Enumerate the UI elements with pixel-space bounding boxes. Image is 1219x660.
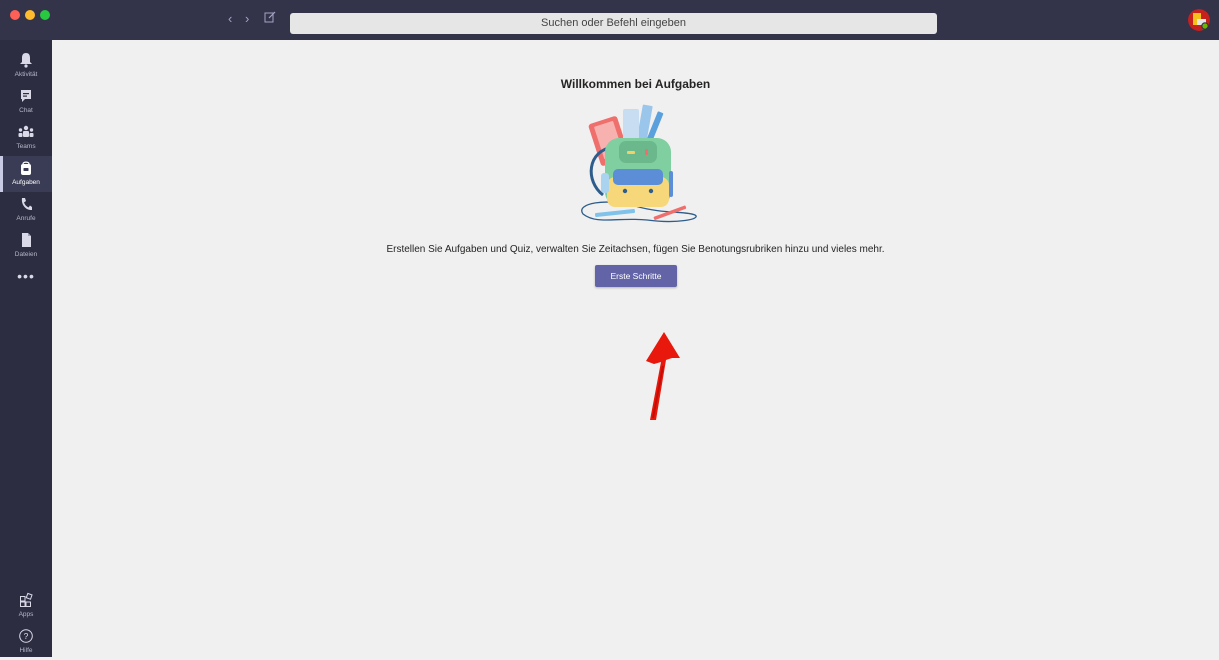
sidebar-item-chat[interactable]: Chat bbox=[0, 84, 52, 120]
title-bar: ‹ › Suchen oder Befehl eingeben bbox=[0, 0, 1219, 40]
avatar[interactable] bbox=[1188, 9, 1210, 31]
help-icon: ? bbox=[0, 628, 52, 646]
minimize-window-button[interactable] bbox=[25, 10, 35, 20]
page-title: Willkommen bei Aufgaben bbox=[560, 77, 711, 91]
sidebar-item-label: Apps bbox=[18, 611, 34, 618]
app-bar: Aktivität Chat Teams Aufgaben Anrufe Dat… bbox=[0, 40, 52, 657]
maximize-window-button[interactable] bbox=[40, 10, 50, 20]
search-input[interactable]: Suchen oder Befehl eingeben bbox=[290, 13, 937, 34]
sidebar-item-aufgaben[interactable]: Aufgaben bbox=[0, 156, 52, 192]
file-icon bbox=[0, 232, 52, 250]
sidebar-item-label: Chat bbox=[19, 107, 33, 114]
chevron-left-icon[interactable]: ‹ bbox=[228, 12, 232, 26]
sidebar-item-dateien[interactable]: Dateien bbox=[0, 228, 52, 264]
page-description: Erstellen Sie Aufgaben und Quiz, verwalt… bbox=[386, 244, 885, 255]
sidebar-item-label: Aufgaben bbox=[12, 179, 40, 186]
svg-text:?: ? bbox=[24, 631, 29, 641]
sidebar-item-hilfe[interactable]: ? Hilfe bbox=[0, 624, 52, 660]
teams-icon bbox=[0, 124, 52, 142]
chat-icon bbox=[0, 88, 52, 106]
annotation-arrow-icon bbox=[646, 332, 680, 420]
sidebar-item-more[interactable]: ••• bbox=[0, 266, 52, 302]
chevron-right-icon[interactable]: › bbox=[245, 12, 249, 26]
sidebar-item-label: Hilfe bbox=[19, 647, 33, 654]
sidebar-item-label: Dateien bbox=[14, 251, 38, 258]
sidebar-item-anrufe[interactable]: Anrufe bbox=[0, 192, 52, 228]
sidebar-item-label: Teams bbox=[16, 143, 36, 150]
main-content: Willkommen bei Aufgaben Erstellen Sie Au… bbox=[52, 40, 1219, 657]
apps-icon bbox=[0, 592, 52, 610]
sidebar-item-apps[interactable]: Apps bbox=[0, 588, 52, 624]
more-icon: ••• bbox=[17, 268, 35, 284]
sidebar-item-teams[interactable]: Teams bbox=[0, 120, 52, 156]
compose-icon[interactable] bbox=[264, 11, 276, 26]
bell-icon bbox=[0, 52, 52, 70]
sidebar-item-label: Anrufe bbox=[16, 215, 36, 222]
backpack-illustration bbox=[581, 104, 697, 223]
phone-icon bbox=[0, 196, 52, 214]
close-window-button[interactable] bbox=[10, 10, 20, 20]
compose-icon-svg bbox=[264, 11, 276, 23]
sidebar-item-aktivitaet[interactable]: Aktivität bbox=[0, 48, 52, 84]
sidebar-item-label: Aktivität bbox=[14, 71, 38, 78]
backpack-icon bbox=[0, 160, 52, 178]
get-started-button[interactable]: Erste Schritte bbox=[595, 265, 677, 287]
